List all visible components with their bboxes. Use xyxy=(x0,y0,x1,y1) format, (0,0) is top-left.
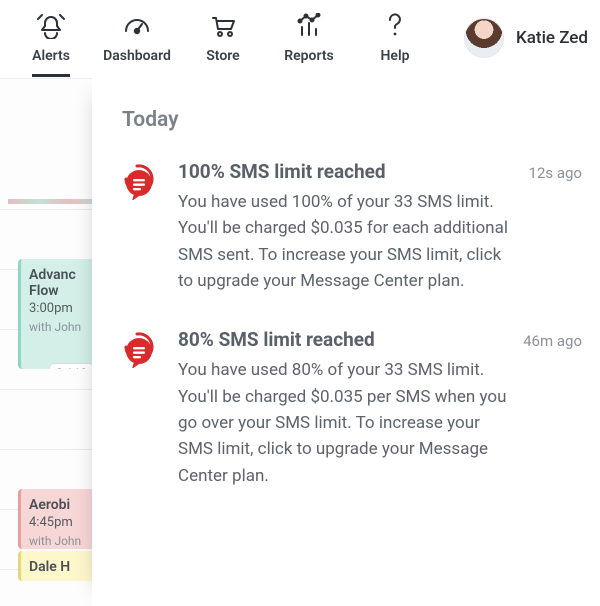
alert-body: You have used 100% of your 33 SMS limit.… xyxy=(178,189,518,294)
event-title: Dale H xyxy=(29,559,98,575)
event-with: with John xyxy=(29,534,98,548)
nav-dashboard[interactable]: Dashboard xyxy=(94,10,180,64)
event-title: Advanc xyxy=(29,267,98,283)
alert-item[interactable]: 80% SMS limit reached 46m ago You have u… xyxy=(122,328,582,489)
event-time: 4:45pm xyxy=(29,515,98,530)
user-name: Katie Zed xyxy=(516,28,588,48)
nav-alerts[interactable]: Alerts xyxy=(8,10,94,77)
event-title: Aerobi xyxy=(29,497,98,513)
event-title: Flow xyxy=(29,283,98,299)
alerts-section-title: Today xyxy=(122,108,582,132)
event-time: 3:00pm xyxy=(29,301,98,316)
sms-alert-icon xyxy=(122,160,160,294)
nav-label: Help xyxy=(381,48,410,64)
alert-time: 46m ago xyxy=(523,332,582,350)
alert-item[interactable]: 100% SMS limit reached 12s ago You have … xyxy=(122,160,582,294)
event-with: with John xyxy=(29,320,98,334)
calendar-event[interactable]: Aerobi 4:45pm with John xyxy=(18,489,100,549)
top-nav: Alerts Dashboard Store xyxy=(0,0,600,78)
nav-reports[interactable]: Reports xyxy=(266,10,352,64)
alert-time: 12s ago xyxy=(529,164,582,182)
alerts-panel: Today 100% SMS limit reached 12s xyxy=(92,78,600,606)
alert-title: 80% SMS limit reached xyxy=(178,328,375,351)
help-icon xyxy=(383,12,407,40)
calendar-event[interactable]: Dale H xyxy=(18,551,100,581)
nav-label: Alerts xyxy=(32,48,70,77)
avatar xyxy=(464,18,504,58)
calendar-event[interactable]: Advanc Flow 3:00pm with John 2 / 10 xyxy=(18,259,100,369)
user-menu[interactable]: Katie Zed xyxy=(464,10,592,58)
alert-body: You have used 80% of your 33 SMS limit. … xyxy=(178,357,518,489)
nav-help[interactable]: Help xyxy=(352,10,438,64)
event-capacity: 2 / 10 xyxy=(49,363,94,369)
calendar-background: Advanc Flow 3:00pm with John 2 / 10 Aero… xyxy=(0,78,100,606)
store-icon xyxy=(208,12,238,40)
dashboard-icon xyxy=(122,12,152,40)
sms-alert-icon xyxy=(122,328,160,489)
alerts-icon xyxy=(36,12,66,40)
nav-label: Store xyxy=(206,48,239,64)
nav-label: Dashboard xyxy=(103,48,171,64)
reports-icon xyxy=(294,12,324,40)
nav-store[interactable]: Store xyxy=(180,10,266,64)
nav-label: Reports xyxy=(284,48,334,64)
alert-title: 100% SMS limit reached xyxy=(178,160,386,183)
